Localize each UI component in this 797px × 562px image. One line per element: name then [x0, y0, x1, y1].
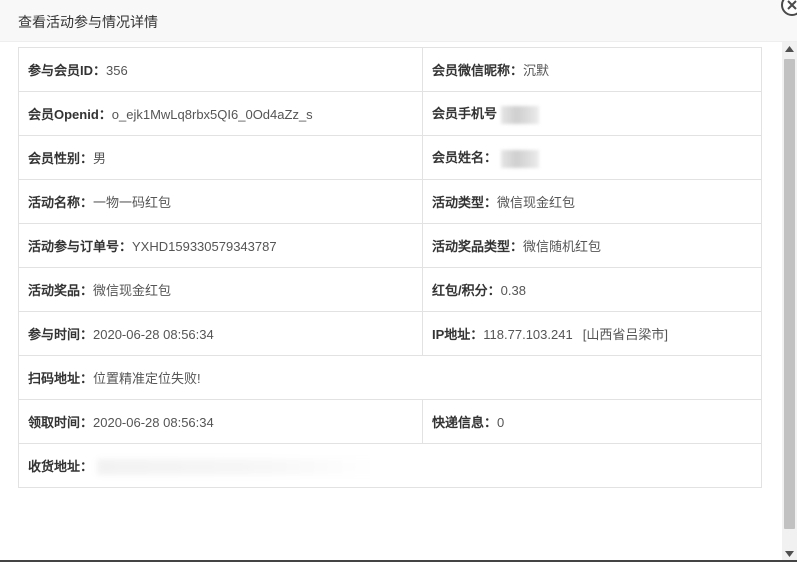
- redacted-phone: [501, 105, 540, 124]
- join-time-value: 2020-06-28 08:56:34: [93, 327, 214, 342]
- redacted-address: [97, 459, 378, 476]
- express-info-cell: 快递信息：0: [422, 399, 762, 444]
- wechat-nickname-value: 沉默: [523, 63, 550, 78]
- activity-name-label: 活动名称：: [28, 195, 94, 210]
- arrow-up-icon: [785, 46, 794, 52]
- dialog-header: 查看活动参与情况详情: [0, 0, 797, 42]
- member-id-cell: 参与会员ID：356: [18, 47, 423, 92]
- table-row: 领取时间：2020-06-28 08:56:34 快递信息：0: [18, 399, 762, 444]
- dialog-content: 参与会员ID：356 会员微信昵称：沉默 会员Openid：o_ejk1MwLq…: [0, 42, 782, 562]
- ip-address-cell: IP地址：118.77.103.241 [山西省吕梁市]: [422, 311, 762, 356]
- gender-cell: 会员性别：男: [18, 135, 423, 180]
- amount-label: 红包/积分：: [432, 283, 501, 298]
- scroll-up-button[interactable]: [782, 42, 797, 57]
- wechat-nickname-cell: 会员微信昵称：沉默: [422, 47, 762, 92]
- openid-label: 会员Openid：: [28, 107, 112, 122]
- arrow-down-icon: [785, 551, 794, 557]
- gender-label: 会员性别：: [28, 151, 94, 166]
- phone-label: 会员手机号: [432, 106, 498, 122]
- express-info-value: 0: [497, 415, 505, 430]
- table-row: 会员性别：男 会员姓名：: [18, 135, 762, 180]
- scroll-thumb[interactable]: [784, 59, 795, 529]
- member-name-cell: 会员姓名：: [422, 135, 762, 180]
- claim-time-label: 领取时间：: [28, 415, 94, 430]
- shipping-address-label: 收货地址：: [28, 458, 94, 474]
- member-id-label: 参与会员ID：: [28, 63, 107, 78]
- prize-label: 活动奖品：: [28, 283, 94, 298]
- gender-value: 男: [93, 151, 107, 166]
- join-time-cell: 参与时间：2020-06-28 08:56:34: [18, 311, 423, 356]
- phone-cell: 会员手机号: [422, 91, 762, 136]
- scan-address-cell: 扫码地址：位置精准定位失败!: [18, 355, 762, 400]
- member-name-label: 会员姓名：: [432, 150, 498, 166]
- activity-type-cell: 活动类型：微信现金红包: [422, 179, 762, 224]
- table-row: 收货地址：: [18, 443, 762, 488]
- wechat-nickname-label: 会员微信昵称：: [432, 63, 524, 78]
- activity-type-value: 微信现金红包: [497, 195, 576, 210]
- prize-type-cell: 活动奖品类型：微信随机红包: [422, 223, 762, 268]
- scan-address-value: 位置精准定位失败!: [93, 371, 201, 386]
- scan-address-label: 扫码地址：: [28, 371, 94, 386]
- ip-location: [山西省吕梁市]: [582, 327, 668, 342]
- close-icon: [787, 0, 797, 10]
- table-row: 扫码地址：位置精准定位失败!: [18, 355, 762, 400]
- member-id-value: 356: [106, 63, 128, 78]
- prize-type-label: 活动奖品类型：: [432, 239, 524, 254]
- redacted-name: [501, 149, 540, 168]
- table-row: 活动参与订单号：YXHD159330579343787 活动奖品类型：微信随机红…: [18, 223, 762, 268]
- openid-value: o_ejk1MwLq8rbx5QI6_0Od4aZz_s: [111, 107, 313, 122]
- prize-cell: 活动奖品：微信现金红包: [18, 267, 423, 312]
- amount-value: 0.38: [500, 283, 526, 298]
- ip-address-value: 118.77.103.241: [483, 327, 573, 342]
- activity-name-value: 一物一码红包: [93, 195, 172, 210]
- table-row: 参与会员ID：356 会员微信昵称：沉默: [18, 47, 762, 92]
- table-row: 会员Openid：o_ejk1MwLq8rbx5QI6_0Od4aZz_s 会员…: [18, 91, 762, 136]
- table-row: 活动奖品：微信现金红包 红包/积分：0.38: [18, 267, 762, 312]
- shipping-address-cell: 收货地址：: [18, 443, 762, 488]
- detail-table: 参与会员ID：356 会员微信昵称：沉默 会员Openid：o_ejk1MwLq…: [18, 47, 762, 488]
- claim-time-value: 2020-06-28 08:56:34: [93, 415, 214, 430]
- ip-address-label: IP地址：: [432, 327, 484, 342]
- vertical-scrollbar[interactable]: [782, 42, 797, 562]
- table-row: 参与时间：2020-06-28 08:56:34 IP地址：118.77.103…: [18, 311, 762, 356]
- order-number-value: YXHD159330579343787: [132, 239, 277, 254]
- join-time-label: 参与时间：: [28, 327, 94, 342]
- amount-cell: 红包/积分：0.38: [422, 267, 762, 312]
- prize-value: 微信现金红包: [93, 283, 172, 298]
- express-info-label: 快递信息：: [432, 415, 498, 430]
- order-number-cell: 活动参与订单号：YXHD159330579343787: [18, 223, 423, 268]
- claim-time-cell: 领取时间：2020-06-28 08:56:34: [18, 399, 423, 444]
- activity-type-label: 活动类型：: [432, 195, 498, 210]
- openid-cell: 会员Openid：o_ejk1MwLq8rbx5QI6_0Od4aZz_s: [18, 91, 423, 136]
- prize-type-value: 微信随机红包: [523, 239, 602, 254]
- dialog-title: 查看活动参与情况详情: [18, 14, 158, 30]
- order-number-label: 活动参与订单号：: [28, 239, 133, 254]
- activity-name-cell: 活动名称：一物一码红包: [18, 179, 423, 224]
- table-row: 活动名称：一物一码红包 活动类型：微信现金红包: [18, 179, 762, 224]
